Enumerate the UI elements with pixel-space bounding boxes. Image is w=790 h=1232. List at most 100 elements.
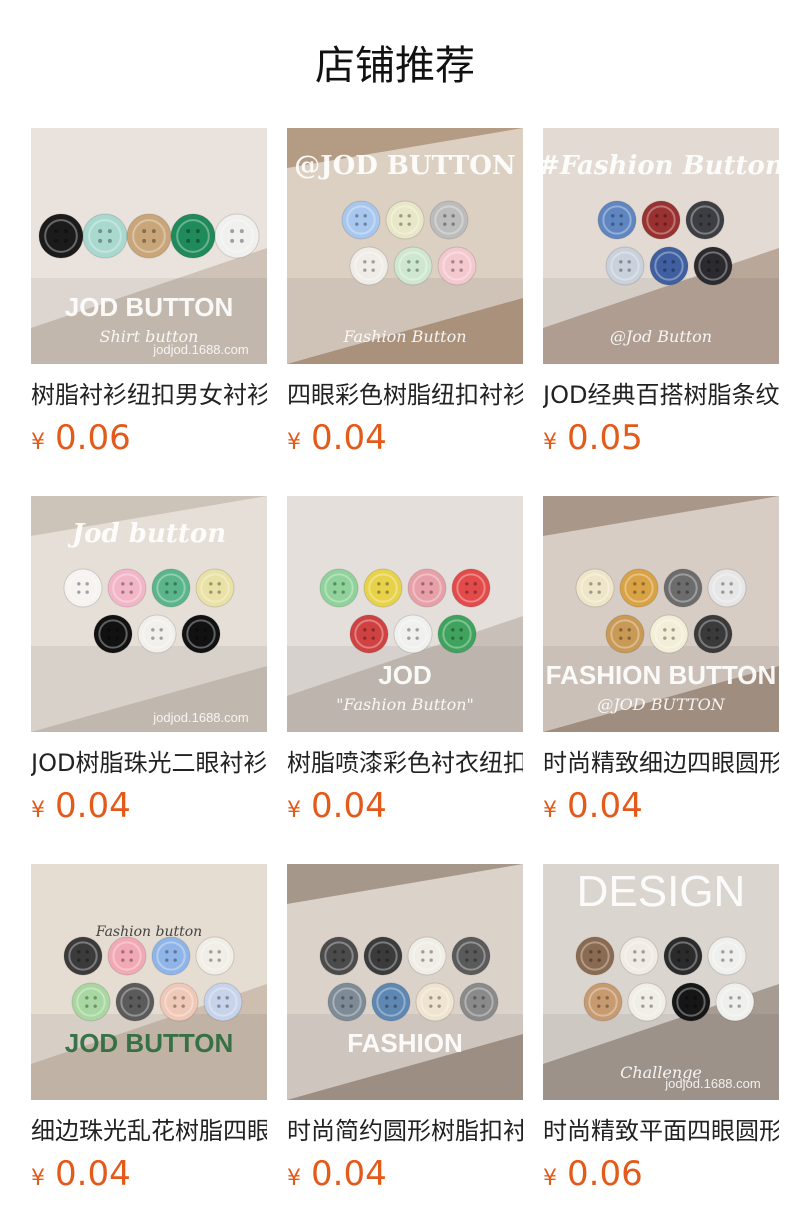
product-card[interactable]: FASHION 时尚简约圆形树脂扣衬衫 ¥0.04 [287, 864, 523, 1204]
button-thumbnail [151, 568, 191, 608]
product-image[interactable]: #Fashion Button @Jod Button [543, 128, 779, 364]
button-thumbnail [126, 213, 172, 259]
product-name[interactable]: 四眼彩色树脂纽扣衬衫 [287, 378, 523, 412]
button-thumbnail [685, 200, 725, 240]
product-price: ¥0.04 [287, 416, 387, 460]
button-thumbnail [349, 246, 389, 286]
product-price: ¥0.06 [543, 1152, 643, 1196]
image-watermark: JOD BUTTON [65, 1028, 234, 1058]
button-thumbnail [71, 982, 111, 1022]
product-image[interactable]: @JOD BUTTON Fashion Button [287, 128, 523, 364]
button-thumbnail [437, 614, 477, 654]
product-image[interactable]: JOD BUTTON Shirt button jodjod.1688.com [31, 128, 267, 364]
button-thumbnail [107, 936, 147, 976]
button-thumbnail [707, 568, 747, 608]
product-image[interactable]: DESIGN Challenge jodjod.1688.com [543, 864, 779, 1100]
product-card[interactable]: DESIGN Challenge jodjod.1688.com 时尚精致平面四眼圆形… [543, 864, 779, 1204]
product-card[interactable]: JOD BUTTON Fashion button 细边珠光乱花树脂四眼 ¥0.04 [31, 864, 267, 1204]
button-thumbnail [407, 568, 447, 608]
button-thumbnail [619, 568, 659, 608]
product-card[interactable]: FASHION BUTTON @JOD BUTTON 时尚精致细边四眼圆形 ¥0.04 [543, 496, 779, 836]
button-thumbnail [663, 568, 703, 608]
product-name[interactable]: 时尚精致细边四眼圆形 [543, 746, 779, 780]
button-thumbnail [641, 200, 681, 240]
price-value: 0.04 [567, 786, 643, 826]
button-thumbnail [407, 936, 447, 976]
price-value: 0.06 [55, 418, 131, 458]
product-price: ¥0.04 [31, 784, 131, 828]
button-thumbnail [597, 200, 637, 240]
button-thumbnail [319, 936, 359, 976]
image-caption: Fashion Button [342, 327, 466, 346]
button-thumbnail [93, 614, 133, 654]
image-caption: @Jod Button [610, 327, 712, 346]
product-name[interactable]: 时尚简约圆形树脂扣衬衫 [287, 1114, 523, 1148]
button-thumbnail [195, 936, 235, 976]
button-thumbnail [159, 982, 199, 1022]
price-value: 0.04 [311, 1154, 387, 1194]
product-price: ¥0.04 [31, 1152, 131, 1196]
price-value: 0.04 [311, 786, 387, 826]
currency-symbol: ¥ [543, 798, 557, 823]
product-card[interactable]: JOD "Fashion Button" 树脂喷漆彩色衬衣纽扣 ¥0.04 [287, 496, 523, 836]
product-image[interactable]: JOD "Fashion Button" [287, 496, 523, 732]
button-thumbnail [451, 936, 491, 976]
product-name[interactable]: 细边珠光乱花树脂四眼 [31, 1114, 267, 1148]
product-name[interactable]: 树脂喷漆彩色衬衣纽扣 [287, 746, 523, 780]
price-value: 0.04 [311, 418, 387, 458]
button-thumbnail [327, 982, 367, 1022]
product-card[interactable]: JOD BUTTON Shirt button jodjod.1688.com 树脂衬… [31, 128, 267, 468]
button-thumbnail [203, 982, 243, 1022]
product-name[interactable]: JOD经典百搭树脂条纹 [543, 378, 779, 412]
button-thumbnail [649, 246, 689, 286]
product-image[interactable]: FASHION BUTTON @JOD BUTTON [543, 496, 779, 732]
button-thumbnail [38, 213, 84, 259]
button-thumbnail [393, 614, 433, 654]
button-thumbnail [385, 200, 425, 240]
product-price: ¥0.05 [543, 416, 643, 460]
product-name[interactable]: 树脂衬衫纽扣男女衬衫 [31, 378, 267, 412]
product-card[interactable]: @JOD BUTTON Fashion Button 四眼彩色树脂纽扣衬衫 ¥0.04 [287, 128, 523, 468]
currency-symbol: ¥ [287, 798, 301, 823]
product-name[interactable]: 时尚精致平面四眼圆形 [543, 1114, 779, 1148]
button-thumbnail [214, 213, 260, 259]
image-watermark: Jod button [67, 519, 226, 549]
button-thumbnail [663, 936, 703, 976]
product-price: ¥0.04 [287, 1152, 387, 1196]
button-thumbnail [459, 982, 499, 1022]
button-thumbnail [575, 568, 615, 608]
button-thumbnail [151, 936, 191, 976]
button-thumbnail [319, 568, 359, 608]
button-thumbnail [195, 568, 235, 608]
product-image[interactable]: FASHION [287, 864, 523, 1100]
image-watermark: @JOD BUTTON [294, 151, 515, 181]
button-thumbnail [707, 936, 747, 976]
button-thumbnail [429, 200, 469, 240]
store-watermark: jodjod.1688.com [152, 342, 248, 357]
button-thumbnail [181, 614, 221, 654]
button-thumbnail [393, 246, 433, 286]
currency-symbol: ¥ [543, 430, 557, 455]
button-thumbnail [363, 936, 403, 976]
product-name[interactable]: JOD树脂珠光二眼衬衫 [31, 746, 267, 780]
currency-symbol: ¥ [31, 798, 45, 823]
button-thumbnail [583, 982, 623, 1022]
button-thumbnail [170, 213, 216, 259]
product-card[interactable]: Jod button jodjod.1688.com JOD树脂珠光二眼衬衫 ¥0.0… [31, 496, 267, 836]
button-thumbnail [437, 246, 477, 286]
currency-symbol: ¥ [543, 1166, 557, 1191]
button-thumbnail [415, 982, 455, 1022]
image-watermark: #Fashion Button [543, 151, 779, 181]
button-thumbnail [619, 936, 659, 976]
button-thumbnail [63, 568, 103, 608]
image-watermark: JOD BUTTON [65, 292, 234, 322]
button-thumbnail [627, 982, 667, 1022]
product-image[interactable]: Jod button jodjod.1688.com [31, 496, 267, 732]
product-image[interactable]: JOD BUTTON Fashion button [31, 864, 267, 1100]
product-card[interactable]: #Fashion Button @Jod Button JOD经典百搭树脂条纹 ¥0.… [543, 128, 779, 468]
button-thumbnail [107, 568, 147, 608]
button-thumbnail [363, 568, 403, 608]
button-thumbnail [451, 568, 491, 608]
product-price: ¥0.04 [543, 784, 643, 828]
image-watermark: FASHION [347, 1028, 463, 1058]
